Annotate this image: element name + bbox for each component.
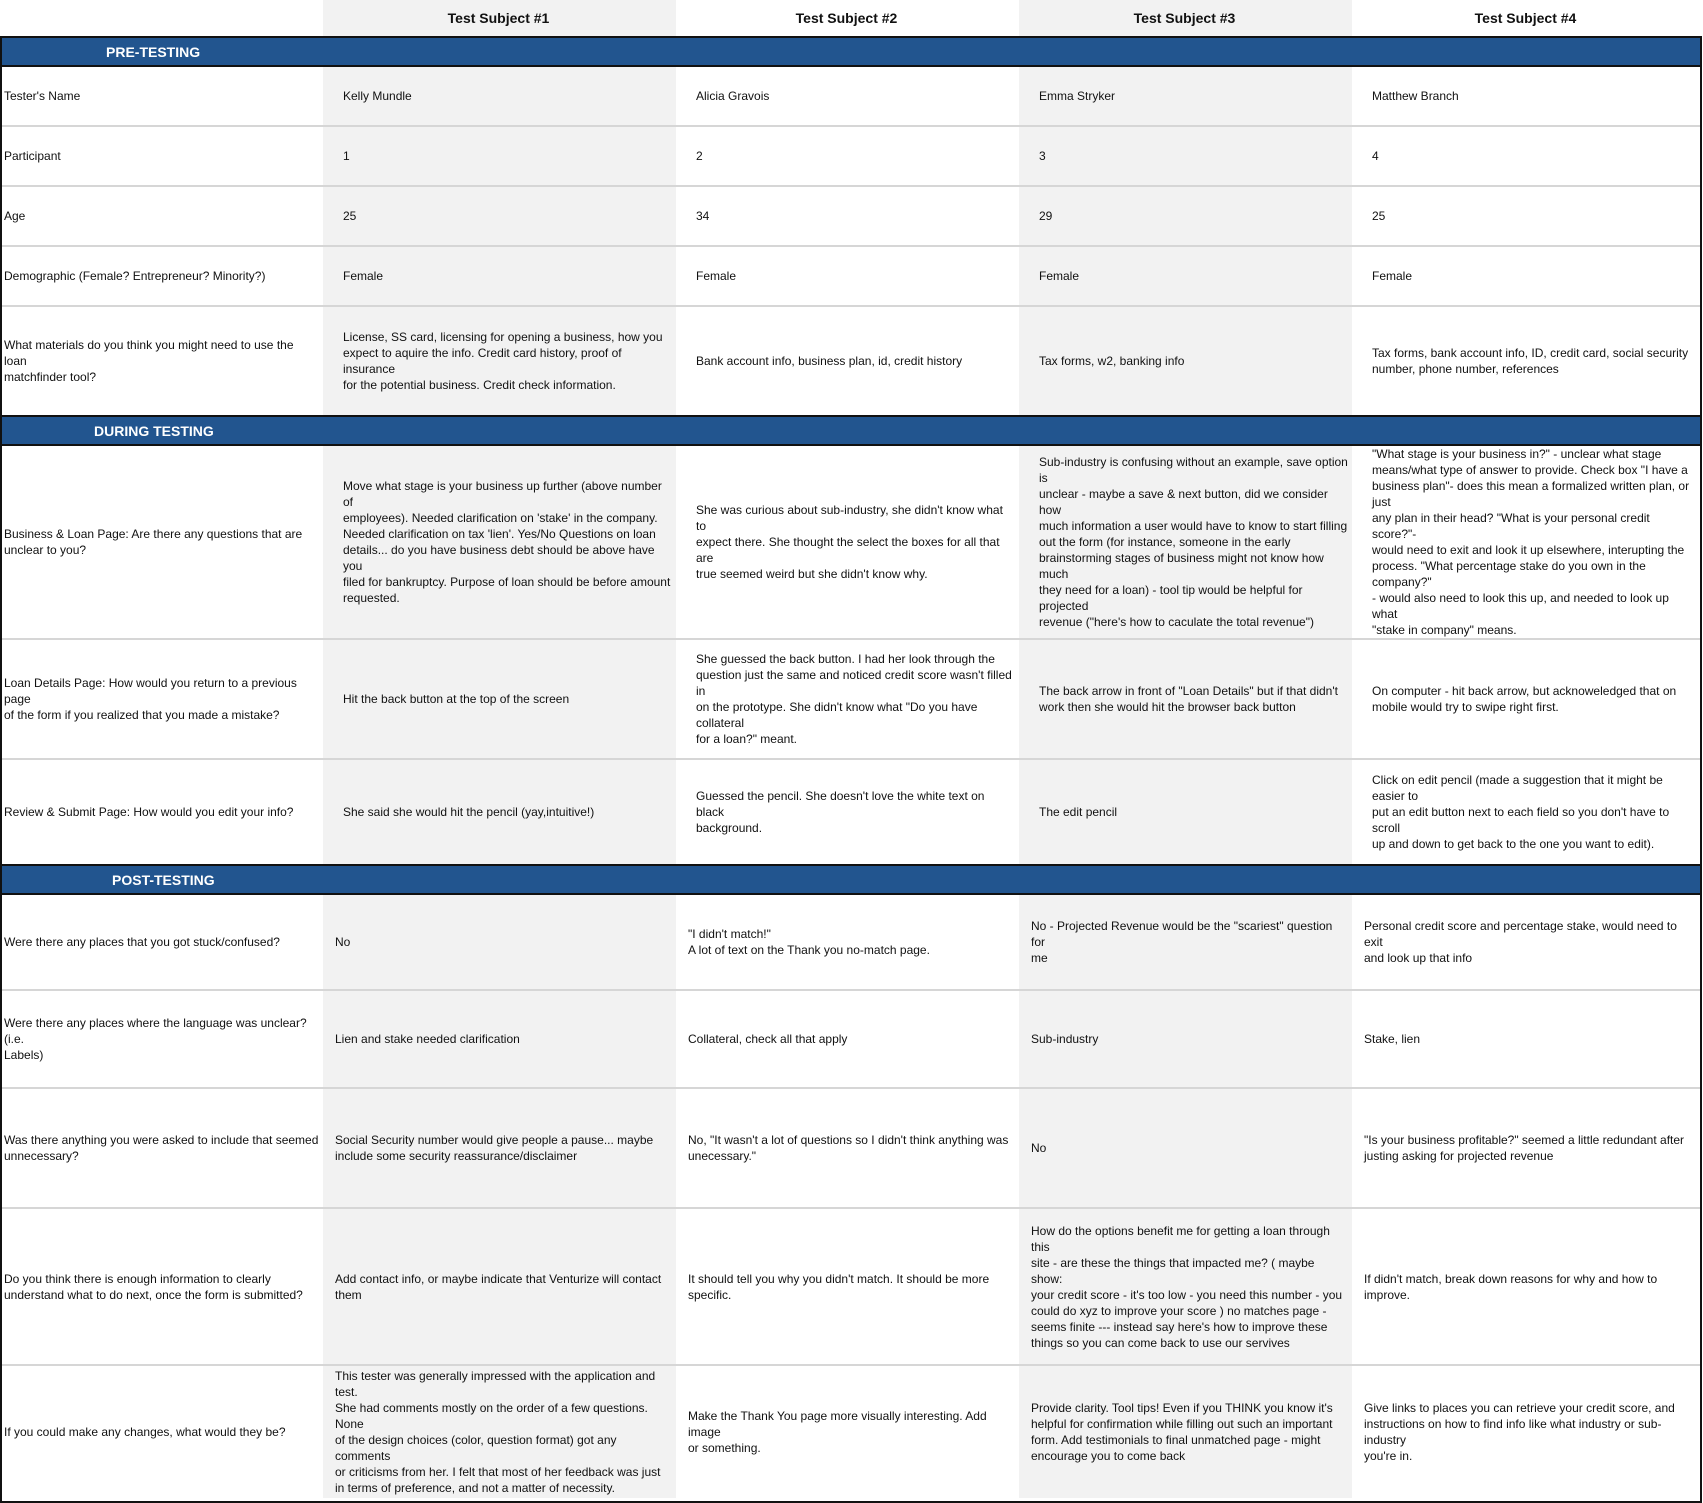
- section-header-post-testing[interactable]: POST-TESTING: [2, 864, 1701, 895]
- cell-subject-1[interactable]: This tester was generally impressed with…: [323, 1366, 676, 1498]
- cell-subject-1[interactable]: Lien and stake needed clarification: [323, 991, 676, 1087]
- table-row: Was there anything you were asked to inc…: [2, 1089, 1701, 1209]
- cell-subject-1[interactable]: Social Security number would give people…: [323, 1089, 676, 1207]
- column-header-row: Test Subject #1 Test Subject #2 Test Sub…: [2, 0, 1701, 36]
- row-label[interactable]: Loan Details Page: How would you return …: [2, 640, 323, 758]
- cell-subject-2[interactable]: "I didn't match!" A lot of text on the T…: [676, 895, 1019, 989]
- cell-subject-4[interactable]: If didn't match, break down reasons for …: [1352, 1209, 1701, 1364]
- row-label[interactable]: If you could make any changes, what woul…: [2, 1366, 323, 1498]
- cell-subject-4[interactable]: Give links to places you can retrieve yo…: [1352, 1366, 1701, 1498]
- cell-subject-3[interactable]: Female: [1019, 247, 1352, 305]
- table-row: Business & Loan Page: Are there any ques…: [2, 446, 1701, 640]
- spreadsheet: Test Subject #1 Test Subject #2 Test Sub…: [0, 0, 1703, 1503]
- table-row: If you could make any changes, what woul…: [2, 1366, 1701, 1498]
- row-label[interactable]: Participant: [2, 127, 323, 185]
- cell-subject-4[interactable]: 4: [1352, 127, 1701, 185]
- column-header-subject-3[interactable]: Test Subject #3: [1019, 0, 1352, 36]
- table-row: Review & Submit Page: How would you edit…: [2, 760, 1701, 864]
- usability-test-grid: Test Subject #1 Test Subject #2 Test Sub…: [2, 0, 1701, 1498]
- section-title: PRE-TESTING: [106, 43, 201, 60]
- cell-subject-2[interactable]: She was curious about sub-industry, she …: [676, 446, 1019, 638]
- row-label[interactable]: Review & Submit Page: How would you edit…: [2, 760, 323, 864]
- cell-subject-4[interactable]: 25: [1352, 187, 1701, 245]
- row-label[interactable]: Demographic (Female? Entrepreneur? Minor…: [2, 247, 323, 305]
- cell-subject-1[interactable]: She said she would hit the pencil (yay,i…: [323, 760, 676, 864]
- table-row: Do you think there is enough information…: [2, 1209, 1701, 1366]
- row-label[interactable]: Tester's Name: [2, 67, 323, 125]
- section-header-pre-testing[interactable]: PRE-TESTING: [2, 36, 1701, 67]
- row-label[interactable]: Were there any places where the language…: [2, 991, 323, 1087]
- table-border-left: [0, 36, 2, 1503]
- row-label[interactable]: Business & Loan Page: Are there any ques…: [2, 446, 323, 638]
- cell-subject-3[interactable]: 29: [1019, 187, 1352, 245]
- cell-subject-3[interactable]: Emma Stryker: [1019, 67, 1352, 125]
- cell-subject-2[interactable]: Collateral, check all that apply: [676, 991, 1019, 1087]
- cell-subject-3[interactable]: Provide clarity. Tool tips! Even if you …: [1019, 1366, 1352, 1498]
- table-row: Participant 1 2 3 4: [2, 127, 1701, 187]
- cell-subject-2[interactable]: She guessed the back button. I had her l…: [676, 640, 1019, 758]
- column-header-blank[interactable]: [2, 0, 323, 36]
- cell-subject-4[interactable]: Matthew Branch: [1352, 67, 1701, 125]
- cell-subject-4[interactable]: Personal credit score and percentage sta…: [1352, 895, 1701, 989]
- cell-subject-2[interactable]: Female: [676, 247, 1019, 305]
- cell-subject-1[interactable]: 1: [323, 127, 676, 185]
- cell-subject-1[interactable]: 25: [323, 187, 676, 245]
- cell-subject-2[interactable]: 2: [676, 127, 1019, 185]
- cell-subject-2[interactable]: 34: [676, 187, 1019, 245]
- row-label[interactable]: Was there anything you were asked to inc…: [2, 1089, 323, 1207]
- cell-subject-3[interactable]: The back arrow in front of "Loan Details…: [1019, 640, 1352, 758]
- table-row: What materials do you think you might ne…: [2, 307, 1701, 415]
- cell-subject-3[interactable]: Sub-industry: [1019, 991, 1352, 1087]
- cell-subject-2[interactable]: Bank account info, business plan, id, cr…: [676, 307, 1019, 415]
- cell-subject-1[interactable]: No: [323, 895, 676, 989]
- cell-subject-4[interactable]: On computer - hit back arrow, but acknow…: [1352, 640, 1701, 758]
- cell-subject-1[interactable]: Female: [323, 247, 676, 305]
- column-header-subject-1[interactable]: Test Subject #1: [323, 0, 676, 36]
- cell-subject-4[interactable]: "What stage is your business in?" - uncl…: [1352, 446, 1701, 638]
- cell-subject-3[interactable]: Tax forms, w2, banking info: [1019, 307, 1352, 415]
- cell-subject-1[interactable]: Move what stage is your business up furt…: [323, 446, 676, 638]
- row-label[interactable]: Age: [2, 187, 323, 245]
- cell-subject-1[interactable]: Add contact info, or maybe indicate that…: [323, 1209, 676, 1364]
- section-title: DURING TESTING: [94, 422, 214, 439]
- section-header-during-testing[interactable]: DURING TESTING: [2, 415, 1701, 446]
- table-row: Loan Details Page: How would you return …: [2, 640, 1701, 760]
- cell-subject-3[interactable]: No: [1019, 1089, 1352, 1207]
- cell-subject-4[interactable]: Click on edit pencil (made a suggestion …: [1352, 760, 1701, 864]
- cell-subject-1[interactable]: License, SS card, licensing for opening …: [323, 307, 676, 415]
- cell-subject-4[interactable]: Stake, lien: [1352, 991, 1701, 1087]
- cell-subject-4[interactable]: "Is your business profitable?" seemed a …: [1352, 1089, 1701, 1207]
- cell-subject-2[interactable]: It should tell you why you didn't match.…: [676, 1209, 1019, 1364]
- table-row: Were there any places where the language…: [2, 991, 1701, 1089]
- cell-subject-3[interactable]: No - Projected Revenue would be the "sca…: [1019, 895, 1352, 989]
- column-header-subject-4[interactable]: Test Subject #4: [1352, 0, 1701, 36]
- row-label[interactable]: Do you think there is enough information…: [2, 1209, 323, 1364]
- cell-subject-2[interactable]: Alicia Gravois: [676, 67, 1019, 125]
- cell-subject-1[interactable]: Hit the back button at the top of the sc…: [323, 640, 676, 758]
- table-border-right: [1700, 36, 1702, 1503]
- cell-subject-3[interactable]: 3: [1019, 127, 1352, 185]
- column-header-subject-2[interactable]: Test Subject #2: [676, 0, 1019, 36]
- cell-subject-4[interactable]: Tax forms, bank account info, ID, credit…: [1352, 307, 1701, 415]
- table-row: Were there any places that you got stuck…: [2, 895, 1701, 991]
- table-row: Age 25 34 29 25: [2, 187, 1701, 247]
- row-label[interactable]: Were there any places that you got stuck…: [2, 895, 323, 989]
- table-row: Tester's Name Kelly Mundle Alicia Gravoi…: [2, 67, 1701, 127]
- row-label[interactable]: What materials do you think you might ne…: [2, 307, 323, 415]
- cell-subject-1[interactable]: Kelly Mundle: [323, 67, 676, 125]
- table-row: Demographic (Female? Entrepreneur? Minor…: [2, 247, 1701, 307]
- cell-subject-2[interactable]: Make the Thank You page more visually in…: [676, 1366, 1019, 1498]
- cell-subject-2[interactable]: Guessed the pencil. She doesn't love the…: [676, 760, 1019, 864]
- section-title: POST-TESTING: [112, 871, 215, 888]
- cell-subject-2[interactable]: No, "It wasn't a lot of questions so I d…: [676, 1089, 1019, 1207]
- cell-subject-3[interactable]: Sub-industry is confusing without an exa…: [1019, 446, 1352, 638]
- cell-subject-4[interactable]: Female: [1352, 247, 1701, 305]
- cell-subject-3[interactable]: How do the options benefit me for gettin…: [1019, 1209, 1352, 1364]
- cell-subject-3[interactable]: The edit pencil: [1019, 760, 1352, 864]
